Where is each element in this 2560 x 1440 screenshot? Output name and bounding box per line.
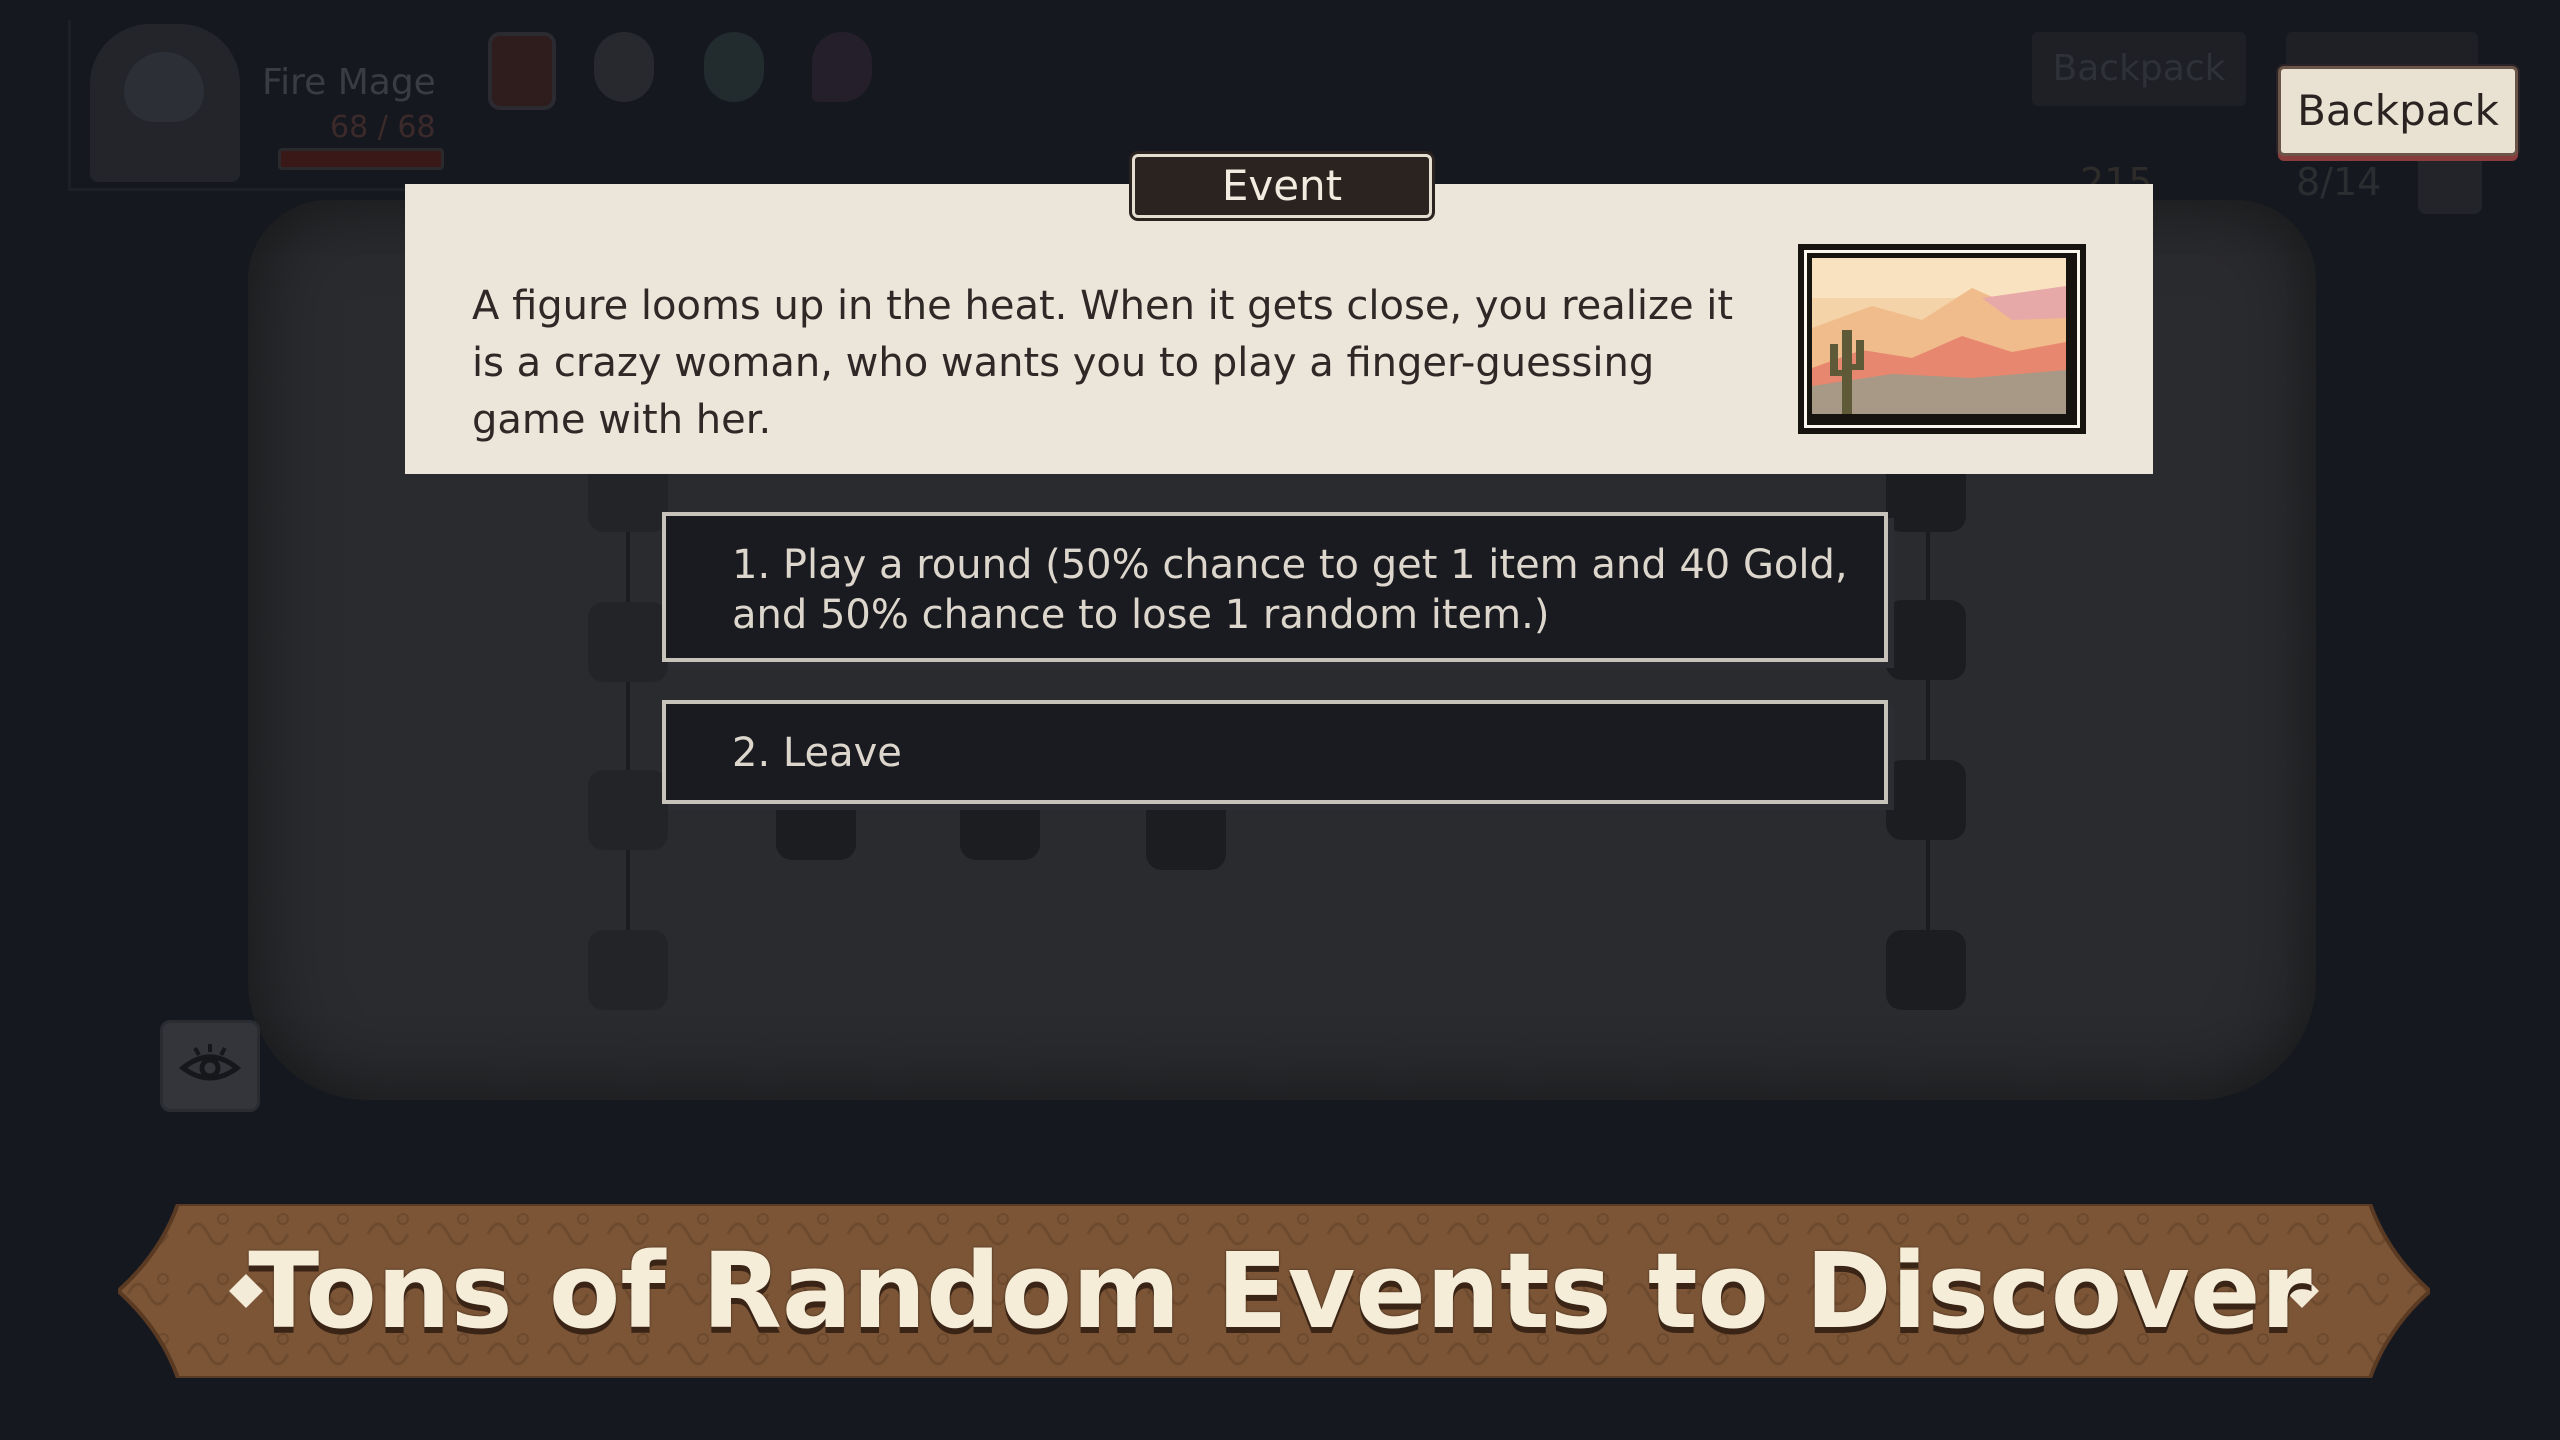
desert-cactus-icon <box>1812 258 2066 414</box>
view-map-button[interactable] <box>160 1020 260 1112</box>
eye-icon <box>179 1044 241 1081</box>
event-title-tab: Event <box>1132 154 1432 218</box>
map-path-line <box>1926 460 1930 980</box>
bag-capacity: 8/14 <box>2296 160 2382 204</box>
map-node <box>588 602 668 682</box>
map-node <box>588 770 668 850</box>
map-node <box>588 930 668 1010</box>
backpack-button-dimmed: Backpack <box>2032 32 2246 106</box>
map-node <box>1886 600 1966 680</box>
event-choice-play-round[interactable]: 1. Play a round (50% chance to get 1 ite… <box>662 512 1888 662</box>
hero-name: Fire Mage <box>262 62 436 103</box>
relic-lantern-icon <box>488 32 556 110</box>
map-node <box>1886 930 1966 1010</box>
relic-stone-icon <box>594 32 654 102</box>
map-node <box>1886 760 1966 840</box>
banner-title: Tons of Random Events to Discover <box>248 1230 2312 1352</box>
event-description: A figure looms up in the heat. When it g… <box>472 283 1734 443</box>
hero-portrait <box>90 24 240 182</box>
hero-hp-bar <box>278 148 444 170</box>
backpack-button[interactable]: Backpack <box>2278 66 2518 156</box>
relic-coil-icon <box>704 32 764 102</box>
relic-gem-icon <box>812 32 872 102</box>
hero-hp-text: 68 / 68 <box>330 110 436 145</box>
map-path-line <box>626 460 630 980</box>
event-choice-leave[interactable]: 2. Leave <box>662 700 1888 804</box>
hammer-icon <box>2418 150 2482 214</box>
